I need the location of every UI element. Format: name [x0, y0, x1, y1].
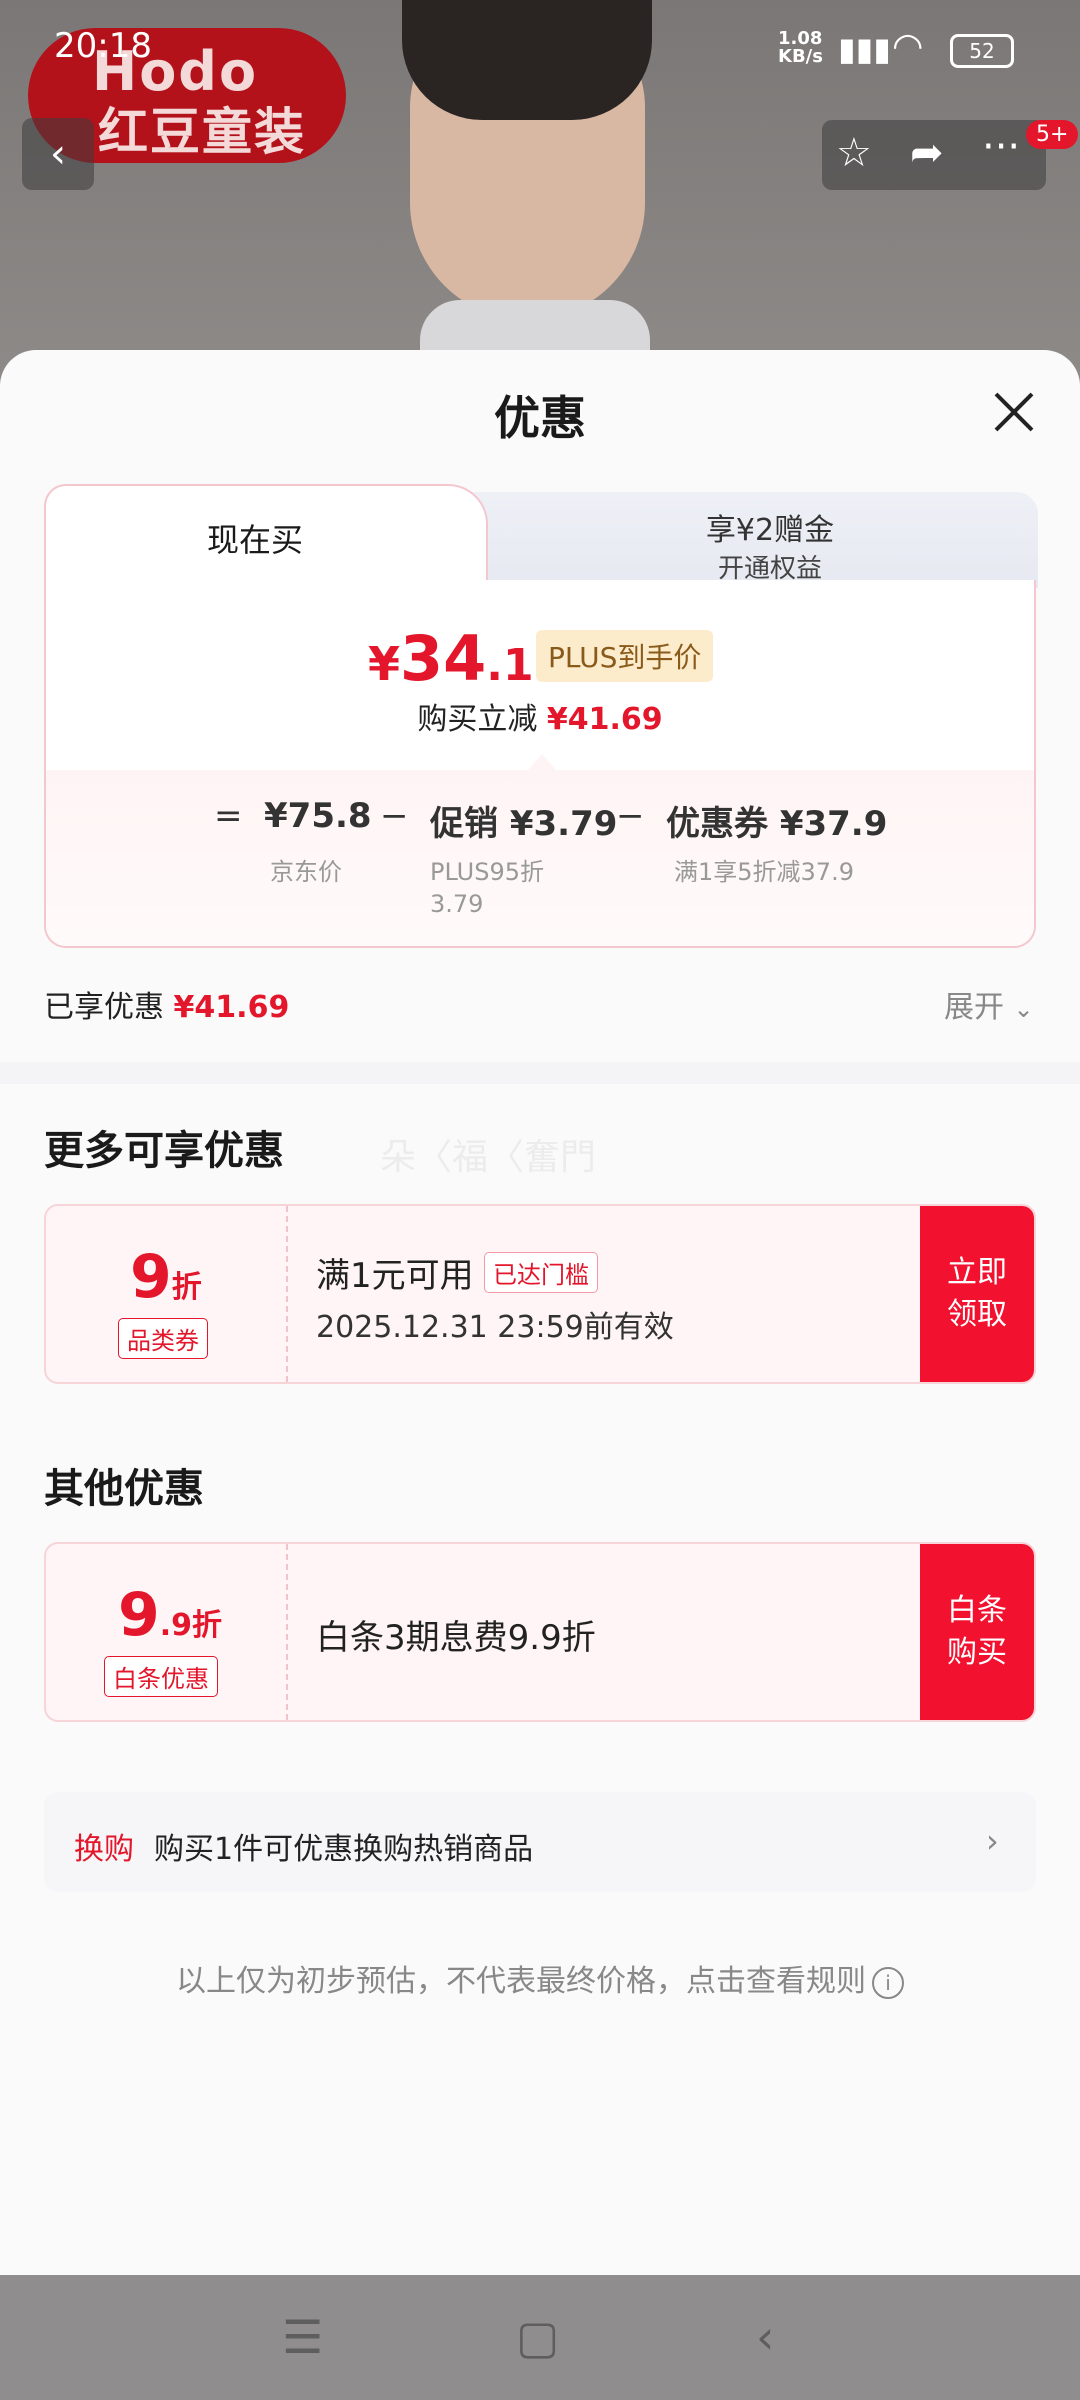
sheet-title: 优惠	[494, 391, 586, 445]
minus-sign: −	[380, 796, 409, 836]
swap-text: 购买1件可优惠换购热销商品	[154, 1832, 534, 1867]
disclaimer-link[interactable]: 以上仅为初步预估，不代表最终价格，点击查看规则 i	[0, 1956, 1080, 2000]
baitiao-offer: 9.9折 白条优惠 白条3期息费9.9折 白条 购买	[44, 1542, 1036, 1722]
status-time: 20:18	[54, 26, 152, 66]
enjoyed-value: ¥41.69	[173, 990, 290, 1025]
chevron-right-icon: ›	[986, 1822, 999, 1860]
chevron-down-icon: ⌄	[1013, 995, 1034, 1023]
tab-buy-now-label: 现在买	[206, 521, 303, 559]
price-currency: ¥	[368, 637, 401, 691]
coupon-type-tag: 品类券	[118, 1318, 208, 1359]
offer-type-tag: 白条优惠	[104, 1656, 218, 1697]
expand-label: 展开	[944, 990, 1004, 1025]
jd-price: ¥75.8	[264, 796, 372, 836]
tab-plus-benefit-label: 享¥2赠金	[705, 513, 835, 548]
enjoyed-label: 已享优惠	[44, 990, 164, 1025]
close-icon[interactable]	[990, 388, 1038, 436]
coupon-condition: 满1元可用	[316, 1256, 474, 1296]
share-icon[interactable]: ➦	[910, 130, 944, 176]
back-nav-icon[interactable]: ‹	[756, 2310, 774, 2364]
promo-amount: 促销 ¥3.79	[430, 804, 618, 844]
info-icon: i	[872, 1966, 904, 1999]
coupon-detail: 满1享5折减37.9	[674, 858, 854, 886]
coupon-discount-number: 9	[130, 1242, 172, 1312]
watermark: 朵〈福〈奮門	[380, 1137, 597, 1178]
offer-discount-decimal: .9折	[159, 1608, 223, 1643]
threshold-reached-tag: 已达门槛	[484, 1252, 598, 1293]
notification-badge: 5+	[1026, 120, 1079, 149]
section-divider	[0, 1062, 1080, 1084]
coupon-discount-unit: 折	[171, 1270, 202, 1305]
star-icon[interactable]: ☆	[836, 130, 872, 176]
plus-price-badge: PLUS到手价	[536, 630, 714, 682]
wifi-icon: ◠	[892, 26, 924, 67]
back-button[interactable]: ‹	[22, 118, 94, 190]
menu-icon[interactable]: ☰	[282, 2310, 323, 2364]
offer-discount-number: 9	[118, 1580, 160, 1650]
reduction-value: ¥41.69	[546, 702, 663, 737]
battery-icon: 52	[950, 34, 1014, 68]
enjoyed-discount: 已享优惠 ¥41.69	[44, 982, 289, 1026]
coupon-validity: 2025.12.31 23:59前有效	[316, 1310, 674, 1345]
jd-price-label: 京东价	[270, 858, 342, 886]
equals-sign: =	[214, 796, 243, 836]
minus-sign: −	[616, 796, 645, 836]
net-speed: 1.08 KB/s	[778, 28, 823, 67]
caret-indicator	[528, 754, 556, 770]
swap-label: 换购	[74, 1832, 134, 1867]
home-icon[interactable]: ▢	[516, 2310, 559, 2364]
offer-description: 白条3期息费9.9折	[316, 1618, 596, 1658]
baitiao-buy-button[interactable]: 白条 购买	[920, 1544, 1034, 1720]
coupon-discount: 9折	[130, 1242, 202, 1312]
reduction-label: 购买立减	[417, 702, 538, 737]
instant-reduction: 购买立减 ¥41.69	[0, 694, 1080, 738]
claim-coupon-button[interactable]: 立即 领取	[920, 1206, 1034, 1382]
price-integer: 34	[400, 622, 487, 695]
more-discounts-title: 更多可享优惠	[44, 1128, 284, 1174]
promo-detail: PLUS95折 3.79	[430, 858, 544, 918]
signal-icon: ▮▮▮	[838, 30, 891, 68]
product-model-hair	[402, 0, 652, 120]
other-discounts-title: 其他优惠	[44, 1466, 204, 1512]
more-icon[interactable]: ···	[982, 124, 1020, 170]
offer-discount: 9.9折	[118, 1580, 222, 1650]
disclaimer-text: 以上仅为初步预估，不代表最终价格，点击查看规则	[176, 1964, 866, 1999]
expand-button[interactable]: 展开 ⌄	[944, 982, 1034, 1026]
brand-logo-subtext: 红豆童装	[98, 103, 306, 161]
coupon-amount: 优惠券 ¥37.9	[666, 804, 888, 844]
category-coupon: 9折 品类券 满1元可用 已达门槛 2025.12.31 23:59前有效 立即…	[44, 1204, 1036, 1384]
final-price: ¥34.11	[368, 622, 564, 695]
